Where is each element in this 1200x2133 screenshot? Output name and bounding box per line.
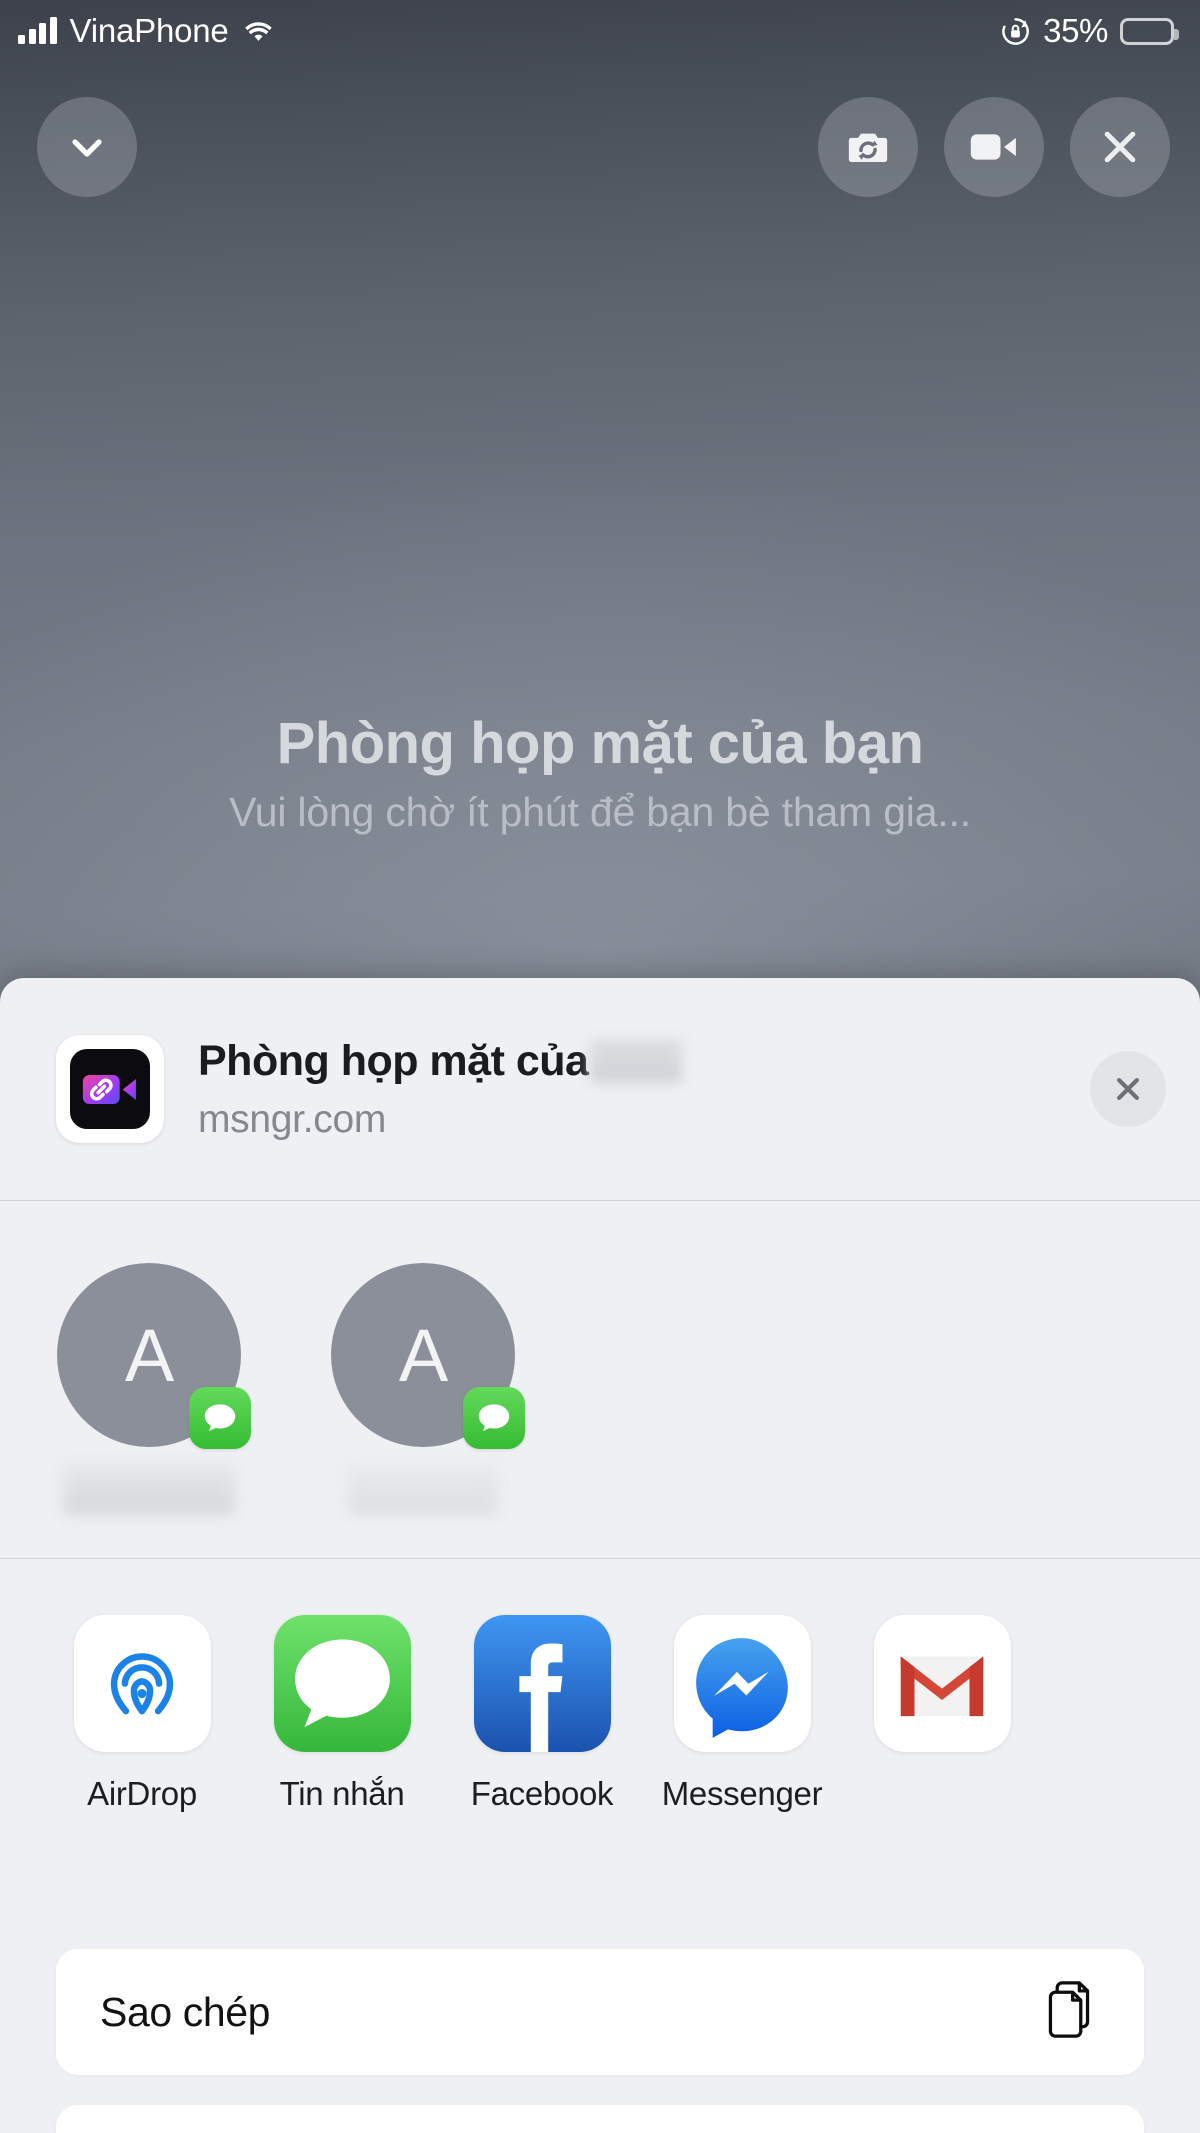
chevron-down-icon xyxy=(72,139,102,157)
call-controls-right xyxy=(818,97,1170,197)
avatar-wrap: A xyxy=(331,1263,525,1449)
messages-bubble-icon xyxy=(189,1387,251,1449)
cellular-signal-icon xyxy=(18,17,57,44)
shared-item-icon xyxy=(56,1035,164,1143)
messages-icon xyxy=(273,1615,411,1752)
flip-camera-button[interactable] xyxy=(818,97,918,197)
copy-action-label: Sao chép xyxy=(100,1988,271,2035)
phone-screen: VinaPhone 35% Phòng họp mặt của bạn Vui … xyxy=(0,0,1200,2133)
share-app-facebook[interactable]: Facebook xyxy=(442,1615,642,1813)
share-sheet: Phòng họp mặt của msngr.com A A AirDrop … xyxy=(0,978,1200,2133)
wifi-icon xyxy=(242,18,275,44)
suggested-contacts-row: A A xyxy=(0,1201,1200,1558)
messenger-icon xyxy=(673,1615,811,1752)
status-bar: VinaPhone 35% xyxy=(0,0,1200,62)
call-subtitle: Vui lòng chờ ít phút để bạn bè tham gia.… xyxy=(229,788,971,835)
share-app-label: Messenger xyxy=(661,1775,823,1812)
status-bar-right: 35% xyxy=(1000,12,1179,50)
close-x-icon xyxy=(1117,1078,1139,1100)
battery-percent-label: 35% xyxy=(1043,12,1108,49)
status-bar-left: VinaPhone xyxy=(18,12,275,50)
camera-flip-icon xyxy=(848,133,888,162)
share-app-gmail[interactable] xyxy=(842,1615,1042,1775)
contact-suggestion[interactable]: A xyxy=(318,1263,528,1515)
share-apps-row: AirDrop Tin nhắn Facebook Messenger xyxy=(0,1559,1200,1921)
share-app-label: Tin nhắn xyxy=(279,1775,405,1812)
shared-item-texts: Phòng họp mặt của msngr.com xyxy=(198,1037,1090,1142)
contact-suggestion[interactable]: A xyxy=(44,1263,254,1515)
rotation-lock-icon xyxy=(1000,16,1031,47)
facebook-icon xyxy=(473,1615,611,1752)
battery-icon xyxy=(1120,17,1179,45)
share-actions-list: Sao chép xyxy=(0,1921,1200,2133)
copy-icon xyxy=(1046,1979,1102,2045)
carrier-label: VinaPhone xyxy=(69,12,229,49)
share-app-label: AirDrop xyxy=(87,1775,197,1812)
share-app-label: Facebook xyxy=(470,1775,614,1812)
shared-item-subtitle: msngr.com xyxy=(198,1097,387,1141)
close-share-sheet-button[interactable] xyxy=(1090,1051,1166,1127)
video-camera-icon xyxy=(970,134,1016,160)
shared-item-title-redacted xyxy=(590,1039,683,1083)
call-controls-left xyxy=(37,97,137,197)
close-x-icon xyxy=(1104,131,1136,163)
gmail-icon xyxy=(873,1615,1011,1752)
next-action-row-partial[interactable] xyxy=(56,2105,1144,2133)
share-sheet-header: Phòng họp mặt của msngr.com xyxy=(0,978,1200,1200)
minimize-call-button[interactable] xyxy=(37,97,137,197)
video-link-icon xyxy=(70,1049,150,1129)
messages-bubble-icon xyxy=(463,1387,525,1449)
contact-name-redacted xyxy=(63,1463,235,1515)
share-app-airdrop[interactable]: AirDrop xyxy=(42,1615,242,1813)
copy-action-row[interactable]: Sao chép xyxy=(56,1949,1144,2075)
share-app-messenger[interactable]: Messenger xyxy=(642,1615,842,1813)
share-app-messages[interactable]: Tin nhắn xyxy=(242,1615,442,1813)
toggle-video-button[interactable] xyxy=(944,97,1044,197)
call-status-text: Phòng họp mặt của bạn Vui lòng chờ ít ph… xyxy=(0,711,1200,836)
avatar-wrap: A xyxy=(57,1263,251,1449)
end-call-button[interactable] xyxy=(1070,97,1170,197)
airdrop-icon xyxy=(73,1615,211,1752)
contact-name-redacted xyxy=(348,1463,498,1515)
shared-item-title: Phòng họp mặt của xyxy=(198,1036,589,1085)
call-title: Phòng họp mặt của bạn xyxy=(276,711,924,776)
